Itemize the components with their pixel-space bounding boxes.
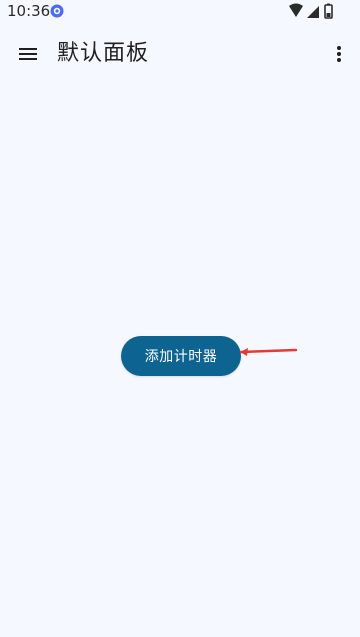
main-content: 添加计时器: [0, 86, 360, 637]
hamburger-menu-icon: [19, 48, 37, 60]
add-timer-button[interactable]: 添加计时器: [121, 336, 241, 376]
status-icons: [289, 3, 333, 19]
wifi-icon: [289, 3, 303, 17]
app-bar: 默认面板: [0, 22, 360, 86]
app-notification-icon: [50, 4, 64, 18]
red-arrow-annotation: [239, 348, 298, 356]
menu-button[interactable]: [12, 38, 44, 70]
status-time: 10:36: [7, 2, 51, 20]
battery-icon: [324, 3, 333, 19]
more-vert-icon: [337, 46, 341, 62]
page-title: 默认面板: [57, 41, 150, 66]
signal-icon: [307, 6, 319, 18]
status-bar: 10:36: [0, 0, 360, 22]
overflow-menu-button[interactable]: [332, 38, 346, 70]
